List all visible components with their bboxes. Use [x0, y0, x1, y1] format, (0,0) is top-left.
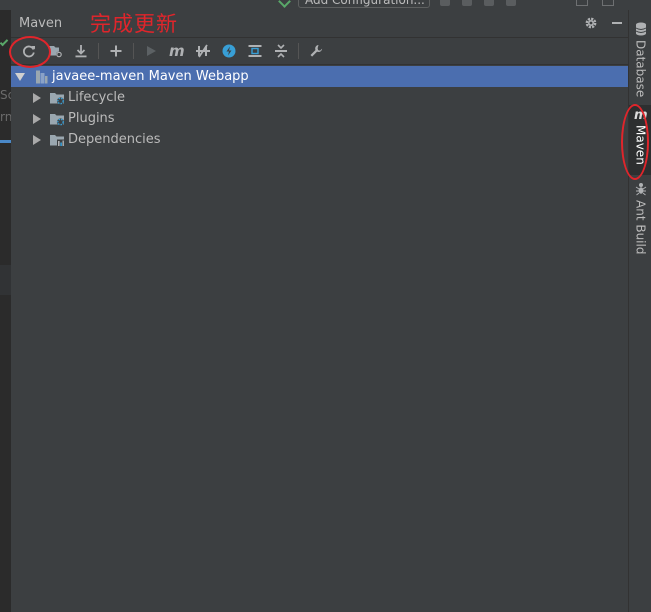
- chevron-right-icon[interactable]: [33, 134, 41, 145]
- gear-icon[interactable]: [584, 16, 598, 30]
- tree-item-label: Dependencies: [68, 132, 161, 147]
- plugins-folder-icon: [49, 111, 65, 127]
- debug-icon[interactable]: [462, 0, 472, 6]
- stripe-label-ant-build: Ant Build: [633, 200, 648, 255]
- tree-item-dependencies[interactable]: Dependencies: [11, 129, 628, 150]
- expand-arrow-icon[interactable]: [15, 72, 25, 81]
- build-arrow-icon[interactable]: [278, 0, 291, 8]
- generate-sources-icon[interactable]: [42, 40, 68, 62]
- profile-icon[interactable]: [506, 0, 516, 6]
- svg-text:m: m: [634, 108, 648, 120]
- skip-tests-icon[interactable]: [216, 40, 242, 62]
- maven-tool-window: Maven m javaee-maven Maven Webapp Lifecy…: [11, 10, 628, 612]
- stripe-label-maven: Maven: [633, 125, 648, 165]
- stripe-database[interactable]: Database: [629, 20, 651, 97]
- run-configuration-dropdown[interactable]: Add Configuration...: [298, 0, 430, 8]
- editor-accent-line: [0, 140, 11, 143]
- stripe-ant-build[interactable]: Ant Build: [629, 180, 651, 254]
- refresh-icon[interactable]: [16, 40, 42, 62]
- maven-toolbar: m: [11, 38, 628, 65]
- tree-item-label: Plugins: [68, 111, 115, 126]
- run-controls: [440, 0, 516, 6]
- tree-item-label: Lifecycle: [68, 90, 126, 105]
- maven-projects-tree: javaee-maven Maven Webapp Lifecycle Plug…: [11, 66, 628, 150]
- dependencies-folder-icon: [49, 132, 65, 148]
- diagram-icon[interactable]: [242, 40, 268, 62]
- project-structure-icon[interactable]: [576, 0, 588, 6]
- coverage-icon[interactable]: [484, 0, 494, 6]
- wrench-icon[interactable]: [303, 40, 329, 62]
- top-right-controls: [576, 0, 614, 6]
- tree-item-lifecycle[interactable]: Lifecycle: [11, 87, 628, 108]
- ant-icon: [634, 182, 648, 196]
- toolbar-separator: [133, 43, 134, 59]
- editor-panel-edge: [0, 265, 11, 295]
- chevron-right-icon[interactable]: [33, 113, 41, 124]
- maven-project-icon: [33, 69, 49, 85]
- search-everywhere-icon[interactable]: [602, 0, 614, 6]
- toolbar-separator: [98, 43, 99, 59]
- toolbar-separator: [298, 43, 299, 59]
- tree-root-label: javaee-maven Maven Webapp: [52, 69, 249, 84]
- tool-window-title: Maven: [19, 16, 63, 31]
- run-icon[interactable]: [138, 40, 164, 62]
- ide-top-strip: Add Configuration...: [0, 0, 651, 10]
- stripe-label-database: Database: [633, 40, 648, 98]
- run-icon[interactable]: [440, 0, 450, 6]
- database-icon: [634, 22, 648, 36]
- minimize-icon[interactable]: [610, 16, 624, 30]
- tree-root-project[interactable]: javaee-maven Maven Webapp: [11, 66, 628, 87]
- header-actions: [584, 16, 624, 30]
- right-tool-stripe: Database m Maven Ant Build: [628, 10, 651, 612]
- svg-text:m: m: [169, 43, 185, 59]
- plus-icon[interactable]: [103, 40, 129, 62]
- maven-m-icon: m: [634, 107, 648, 121]
- editor-edge: Sc rn: [0, 10, 14, 612]
- check-icon: [0, 37, 9, 47]
- tree-item-plugins[interactable]: Plugins: [11, 108, 628, 129]
- collapse-all-icon[interactable]: [268, 40, 294, 62]
- chevron-right-icon[interactable]: [33, 92, 41, 103]
- stripe-maven[interactable]: m Maven: [629, 105, 651, 175]
- tool-window-header: Maven: [11, 10, 628, 38]
- maven-m-icon[interactable]: m: [164, 40, 190, 62]
- download-icon[interactable]: [68, 40, 94, 62]
- offline-icon[interactable]: [190, 40, 216, 62]
- lifecycle-folder-icon: [49, 90, 65, 106]
